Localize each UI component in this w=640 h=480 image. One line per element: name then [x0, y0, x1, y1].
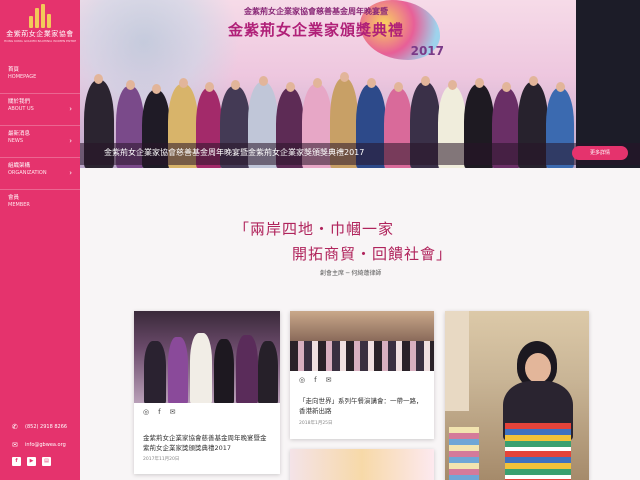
nav-label-en: MEMBER [8, 202, 30, 208]
news-card-title[interactable]: 金紫荊女企業家協會慈善基金周年晚宴暨金紫荊女企業家獎頒獎典禮2017 [143, 433, 272, 453]
nav-item-homepage[interactable]: 首頁 HOMEPAGE [0, 62, 80, 94]
share-actions: ◎ f ✉ [299, 376, 331, 384]
mail-icon[interactable]: ✉ [326, 376, 332, 384]
news-card-image[interactable] [290, 311, 434, 371]
chevron-right-icon: › [69, 105, 72, 113]
facebook-icon[interactable]: f [158, 408, 160, 416]
brand-subtitle: HONG KONG GOLDEN BAUHINIA WOMEN ENTREPRE… [4, 39, 76, 43]
news-card-image[interactable] [290, 449, 434, 480]
weibo-icon[interactable]: ◎ [299, 376, 305, 384]
youtube-icon[interactable]: ▶ [27, 457, 36, 466]
social-page-icon[interactable]: ▤ [42, 457, 51, 466]
news-card-date: 2018年1月25日 [299, 421, 333, 426]
news-card-image[interactable] [134, 311, 280, 403]
facebook-icon[interactable]: f [314, 376, 316, 384]
founder-photo[interactable] [445, 311, 589, 480]
backdrop-line1: 金紫荊女企業家協會慈善基金周年晚宴暨 [244, 7, 388, 16]
share-actions: ◎ f ✉ [143, 408, 175, 416]
more-details-button[interactable]: 更多詳情 [572, 146, 628, 160]
nav-label-zh: 會員 [8, 195, 20, 201]
main-nav: 首頁 HOMEPAGE 關於我們 ABOUT US › 最新消息 NEWS › … [0, 62, 80, 222]
news-card-title[interactable]: 「走向世界」系列午餐演講會：一帶一路，香港新出路 [299, 396, 426, 416]
backdrop-line2: 金紫荊女企業家頒獎典禮 [227, 21, 404, 39]
nav-item-news[interactable]: 最新消息 NEWS › [0, 126, 80, 158]
social-links: f ▶ ▤ [12, 457, 51, 466]
contact-email[interactable]: ✉ info@gbwea.org [12, 436, 78, 454]
contact-info: ✆ (852) 2918 8266 ✉ info@gbwea.org [12, 418, 78, 454]
news-card-date: 2017年11月20日 [143, 457, 180, 462]
email-address: info@gbwea.org [25, 442, 66, 448]
mail-icon: ✉ [12, 441, 18, 449]
mission-line1: 「兩岸四地・巾幗一家 [234, 220, 395, 238]
news-card[interactable] [290, 449, 434, 480]
nav-item-organization[interactable]: 組織架構 ORGANIZATION › [0, 158, 80, 190]
nav-item-about-us[interactable]: 關於我們 ABOUT US › [0, 94, 80, 126]
facebook-icon[interactable]: f [12, 457, 21, 466]
sidebar: 金紫荊女企業家協會 HONG KONG GOLDEN BAUHINIA WOME… [0, 0, 80, 480]
contact-phone[interactable]: ✆ (852) 2918 8266 [12, 418, 78, 436]
nav-label-zh: 首頁 [8, 67, 20, 73]
chevron-right-icon: › [69, 169, 72, 177]
news-card[interactable]: ◎ f ✉ 金紫荊女企業家協會慈善基金周年晚宴暨金紫荊女企業家獎頒獎典禮2017… [134, 311, 280, 474]
brand-name: 金紫荊女企業家協會 [6, 30, 74, 38]
nav-item-member[interactable]: 會員 MEMBER [0, 190, 80, 222]
logo[interactable]: 金紫荊女企業家協會 HONG KONG GOLDEN BAUHINIA WOME… [4, 2, 76, 43]
slide-caption: 金紫荊女企業家協會慈善基金周年晚宴暨金紫荊女企業家獎頒獎典禮2017 [104, 148, 365, 157]
founder-card[interactable] [445, 311, 589, 480]
chevron-right-icon: › [69, 137, 72, 145]
news-card[interactable]: ◎ f ✉ 「走向世界」系列午餐演講會：一帶一路，香港新出路 2018年1月25… [290, 311, 434, 439]
bauhinia-logo-icon [25, 2, 55, 28]
nav-label-en: HOMEPAGE [8, 74, 37, 80]
phone-icon: ✆ [12, 423, 18, 431]
hero-slider[interactable]: 金紫荊女企業家協會慈善基金周年晚宴暨 金紫荊女企業家頒獎典禮 2017 金紫荊女… [80, 0, 640, 168]
mail-icon[interactable]: ✉ [170, 408, 176, 416]
mission-author: 創會主席 ─ 何綺蓮律師 [320, 270, 382, 277]
phone-number: (852) 2918 8266 [25, 424, 68, 430]
weibo-icon[interactable]: ◎ [143, 408, 149, 416]
mission-line2: 開拓商貿・回饋社會」 [292, 245, 453, 263]
